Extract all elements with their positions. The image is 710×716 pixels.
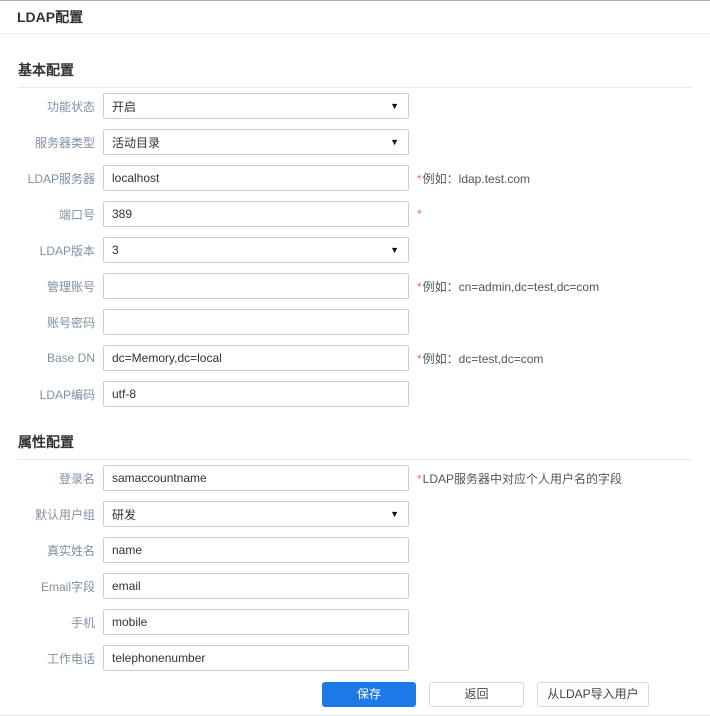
field-label-ldap-server: LDAP服务器	[27, 171, 95, 186]
hint-text: LDAP服务器中对应个人用户名的字段	[422, 471, 623, 486]
form-row-email-field: Email字段	[18, 568, 692, 604]
field-label-default-user-group: 默认用户组	[34, 507, 95, 522]
form-row-ldap-encoding: LDAP编码	[18, 376, 692, 412]
field-label-port: 端口号	[58, 207, 95, 222]
form-row-server-type: 服务器类型 活动目录 ▼	[18, 124, 692, 160]
form-row-work-phone: 工作电话	[18, 640, 692, 676]
input-ldap-encoding[interactable]	[103, 381, 409, 407]
input-port[interactable]	[103, 201, 409, 227]
hint-text: 例如：cn=admin,dc=test,dc=com	[422, 279, 600, 294]
input-real-name[interactable]	[103, 537, 409, 563]
field-hint-ldap-server: *例如：ldap.test.com	[417, 170, 530, 187]
form-row-mobile: 手机	[18, 604, 692, 640]
field-label-work-phone: 工作电话	[46, 651, 95, 666]
back-button[interactable]: 返回	[429, 682, 524, 707]
field-hint-admin-account: *例如：cn=admin,dc=test,dc=com	[417, 278, 599, 295]
ldap-config-form: 基本配置功能状态开启▼服务器类型活动目录▼LDAP服务器*例如：ldap.tes…	[0, 60, 710, 707]
form-row-default-user-group: 默认用户组 研发 ▼	[18, 496, 692, 532]
hint-text: 例如：dc=test,dc=com	[422, 351, 544, 366]
form-row-base-dn: Base DN *例如：dc=test,dc=com	[18, 340, 692, 376]
field-label-login-name: 登录名	[58, 471, 95, 486]
import-from-ldap-button[interactable]: 从LDAP导入用户	[537, 682, 649, 707]
field-label-ldap-version: LDAP版本	[39, 243, 95, 258]
button-row: 保存 返回 从LDAP导入用户	[322, 682, 692, 707]
field-hint-base-dn: *例如：dc=test,dc=com	[417, 350, 543, 367]
input-work-phone[interactable]	[103, 645, 409, 671]
input-account-password[interactable]	[103, 309, 409, 335]
field-label-email-field: Email字段	[40, 579, 95, 594]
page-title: LDAP配置	[0, 1, 710, 34]
field-label-function-status: 功能状态	[46, 99, 95, 114]
select-default-user-group[interactable]: 研发 ▼	[103, 501, 409, 527]
hint-text: 例如：ldap.test.com	[422, 171, 531, 186]
required-asterisk: *	[417, 207, 422, 221]
input-admin-account[interactable]	[103, 273, 409, 299]
section: 基本配置功能状态开启▼服务器类型活动目录▼LDAP服务器*例如：ldap.tes…	[18, 60, 692, 412]
required-asterisk: *	[417, 279, 422, 294]
select-value-server-type: 活动目录	[112, 135, 161, 150]
field-label-mobile: 手机	[70, 615, 95, 630]
form-row-login-name: 登录名 *LDAP服务器中对应个人用户名的字段	[18, 460, 692, 496]
select-ldap-version[interactable]: 3 ▼	[103, 237, 409, 263]
required-asterisk: *	[417, 351, 422, 366]
chevron-down-icon: ▼	[390, 508, 399, 519]
form-row-account-password: 账号密码	[18, 304, 692, 340]
form-row-ldap-server: LDAP服务器 *例如：ldap.test.com	[18, 160, 692, 196]
field-label-base-dn: Base DN	[46, 351, 95, 365]
input-email-field[interactable]	[103, 573, 409, 599]
section-title: 基本配置	[18, 60, 692, 88]
form-sections: 基本配置功能状态开启▼服务器类型活动目录▼LDAP服务器*例如：ldap.tes…	[18, 60, 692, 676]
field-hint-port: *	[417, 207, 423, 221]
chevron-down-icon: ▼	[390, 244, 399, 255]
form-row-ldap-version: LDAP版本 3 ▼	[18, 232, 692, 268]
select-function-status[interactable]: 开启 ▼	[103, 93, 409, 119]
form-row-function-status: 功能状态 开启 ▼	[18, 88, 692, 124]
input-mobile[interactable]	[103, 609, 409, 635]
input-base-dn[interactable]	[103, 345, 409, 371]
required-asterisk: *	[417, 471, 422, 486]
chevron-down-icon: ▼	[390, 100, 399, 111]
field-label-admin-account: 管理账号	[46, 279, 95, 294]
required-asterisk: *	[417, 171, 422, 186]
section: 属性配置登录名 *LDAP服务器中对应个人用户名的字段默认用户组 研发 ▼ 真实姓名 Em…	[18, 432, 692, 676]
field-label-server-type: 服务器类型	[34, 135, 95, 150]
input-ldap-server[interactable]	[103, 165, 409, 191]
field-hint-login-name: *LDAP服务器中对应个人用户名的字段	[417, 470, 622, 487]
form-row-admin-account: 管理账号 *例如：cn=admin,dc=test,dc=com	[18, 268, 692, 304]
chevron-down-icon: ▼	[390, 136, 399, 147]
save-button[interactable]: 保存	[322, 682, 416, 707]
field-label-ldap-encoding: LDAP编码	[39, 387, 95, 402]
form-row-port: 端口号 *	[18, 196, 692, 232]
section-title: 属性配置	[18, 432, 692, 460]
input-login-name[interactable]	[103, 465, 409, 491]
select-value-default-user-group: 研发	[112, 507, 137, 522]
select-value-ldap-version: 3	[112, 243, 119, 257]
select-server-type[interactable]: 活动目录 ▼	[103, 129, 409, 155]
form-row-real-name: 真实姓名	[18, 532, 692, 568]
select-value-function-status: 开启	[112, 99, 137, 114]
field-label-account-password: 账号密码	[46, 315, 95, 330]
field-label-real-name: 真实姓名	[46, 543, 95, 558]
